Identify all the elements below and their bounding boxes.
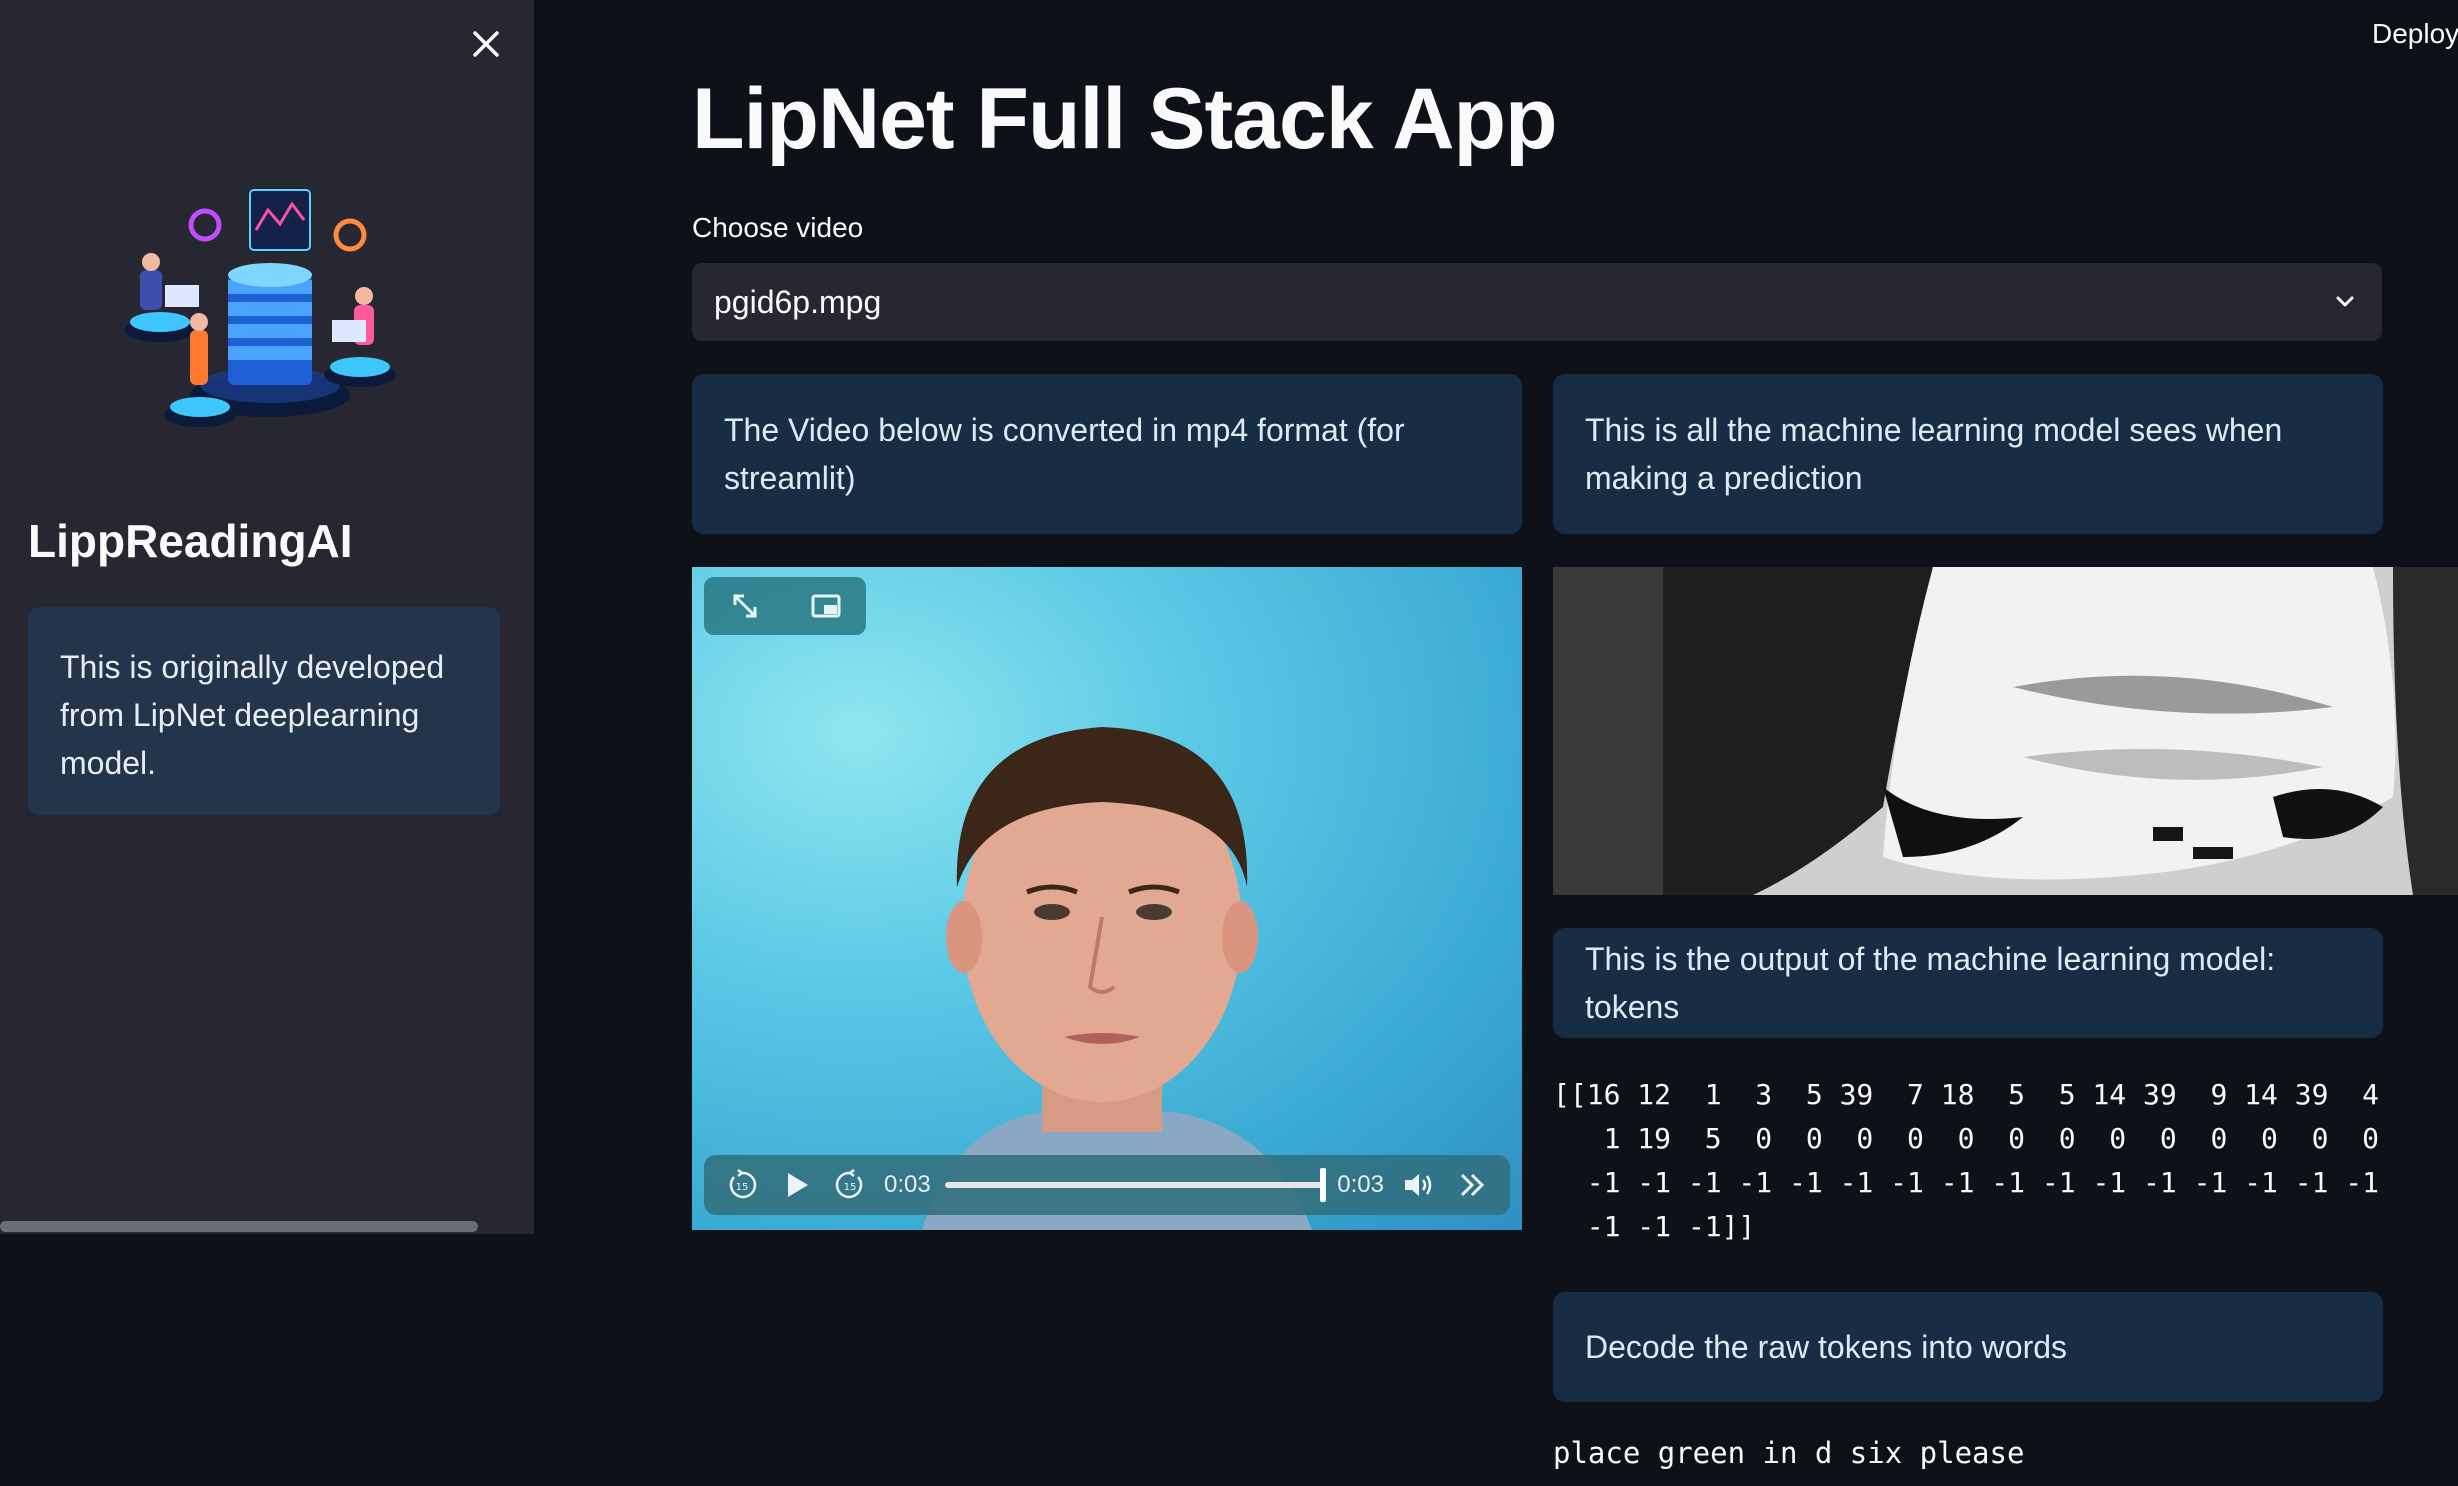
sidebar: LippReadingAI This is originally develop… <box>0 0 534 1234</box>
double-chevron-right-icon <box>1460 1173 1485 1197</box>
select-label: Choose video <box>692 212 864 243</box>
decode-info-box: Decode the raw tokens into words <box>1553 1292 2383 1402</box>
progress-bar[interactable] <box>944 1168 1327 1202</box>
svg-text:15: 15 <box>844 1182 857 1193</box>
model-input-frame <box>1553 567 2458 895</box>
video-controls-bar: 15 15 0:03 0:03 <box>704 1155 1510 1215</box>
output-info-box: This is the output of the machine learni… <box>1553 928 2383 1038</box>
decoded-text: place green in d six please <box>1553 1436 2025 1470</box>
current-time: 0:03 <box>884 1171 931 1198</box>
svg-text:15: 15 <box>736 1182 749 1193</box>
forward-15-icon: 15 <box>835 1169 863 1199</box>
select-value: pgid6p.mpg <box>714 283 882 320</box>
grayscale-mouth-image <box>1553 567 2458 895</box>
video-player[interactable]: 15 15 0:03 0:03 <box>692 567 1522 1230</box>
tokens-output: [[16 12 1 3 5 39 7 18 5 5 14 39 9 14 39 … <box>1553 1078 2380 1243</box>
duration: 0:03 <box>1337 1171 1384 1198</box>
video-select[interactable]: pgid6p.mpg <box>692 263 2382 341</box>
sidebar-title: LippReadingAI <box>28 515 353 567</box>
video-info-box: The Video below is converted in mp4 form… <box>692 374 1522 534</box>
data-center-illustration <box>124 189 396 427</box>
page-title: LipNet Full Stack App <box>692 71 1558 167</box>
sidebar-scrollbar[interactable] <box>0 1221 478 1232</box>
forward-15-button[interactable]: 15 <box>830 1165 870 1205</box>
picture-in-picture-icon[interactable] <box>808 588 844 624</box>
sidebar-info-box: This is originally developed from LipNet… <box>28 607 500 815</box>
chevron-down-icon <box>2330 287 2360 317</box>
play-button[interactable] <box>776 1165 816 1205</box>
video-frame <box>922 727 1312 1230</box>
play-icon <box>788 1173 808 1197</box>
close-icon <box>473 31 499 57</box>
volume-icon <box>1405 1174 1432 1196</box>
video-top-controls <box>704 577 866 635</box>
rewind-15-icon: 15 <box>729 1169 757 1199</box>
fullscreen-icon[interactable] <box>727 588 763 624</box>
more-button[interactable] <box>1452 1165 1492 1205</box>
volume-button[interactable] <box>1398 1165 1438 1205</box>
rewind-15-button[interactable]: 15 <box>722 1165 762 1205</box>
close-sidebar-button[interactable] <box>464 22 508 66</box>
model-info-box: This is all the machine learning model s… <box>1553 374 2383 534</box>
progress-thumb[interactable] <box>1320 1168 1327 1202</box>
deploy-button[interactable]: Deploy <box>2372 18 2458 50</box>
